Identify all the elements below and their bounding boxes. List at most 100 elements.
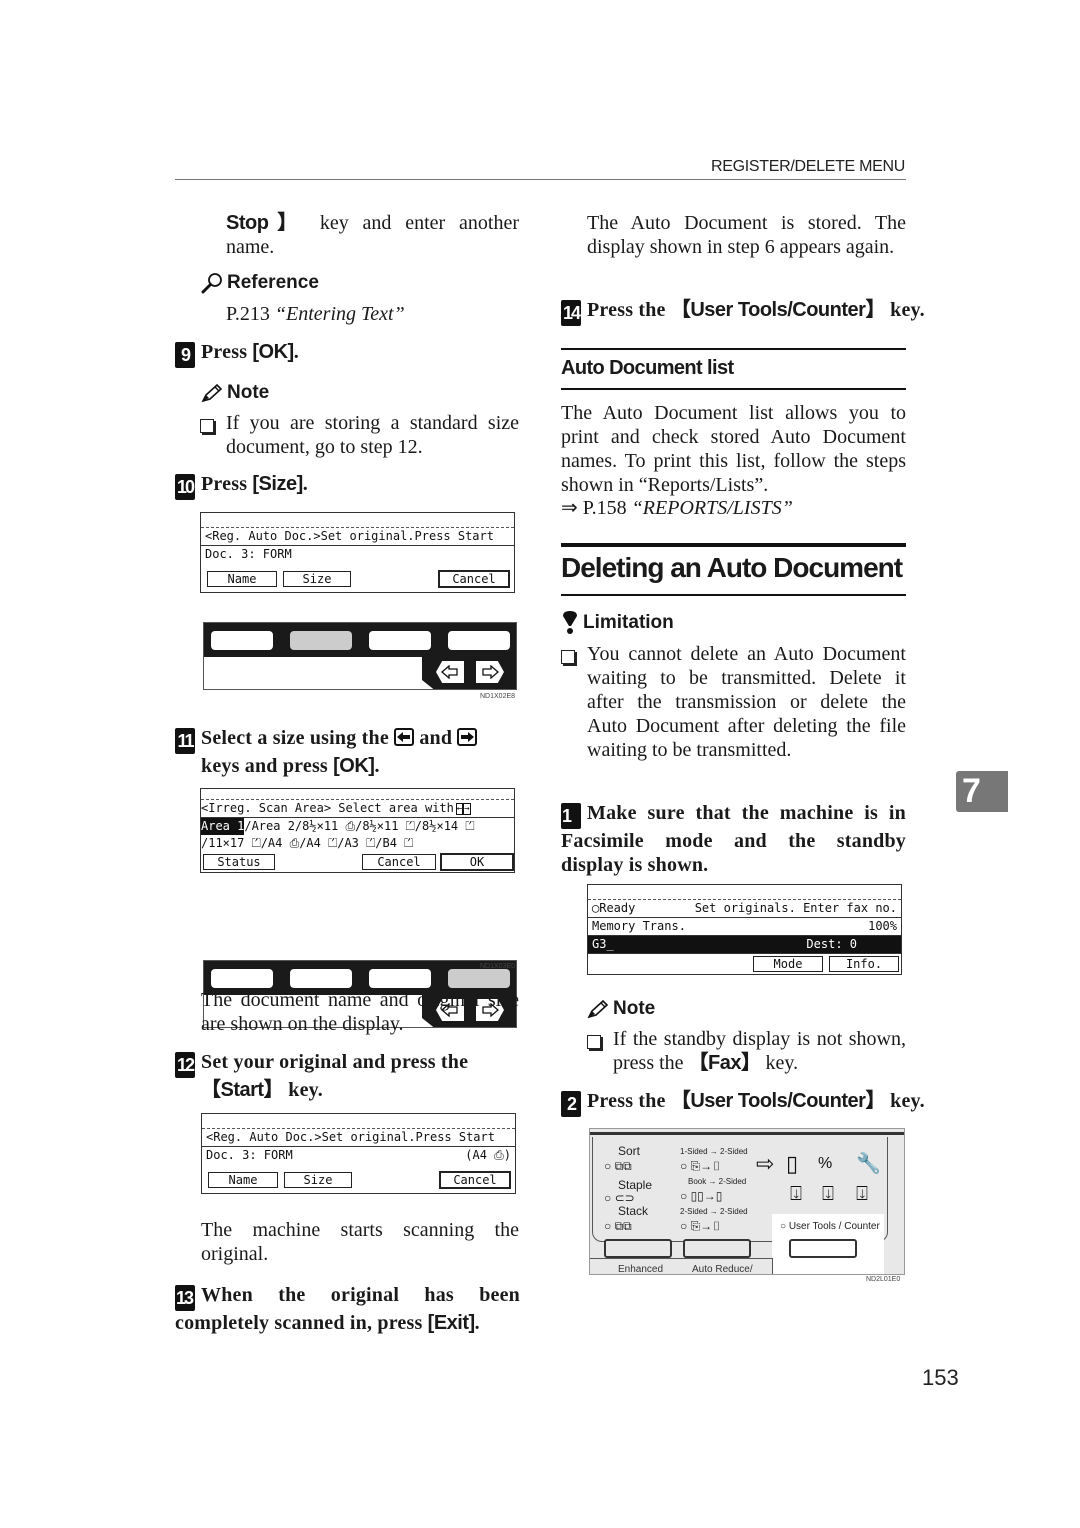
stack-indicator-icon: ○ ⧉⧉ xyxy=(604,1219,632,1233)
cancel-button[interactable]: Cancel xyxy=(362,854,436,870)
divider xyxy=(561,388,906,390)
continuation-text: Stop】 key and enter another name. xyxy=(226,212,519,258)
note-item: If you are storing a standard size docum… xyxy=(200,411,519,459)
step-number: 11 xyxy=(175,728,195,754)
limitation-heading: Limitation xyxy=(561,611,674,635)
note-heading: Note xyxy=(587,998,655,1020)
selection-key-4[interactable] xyxy=(448,631,510,650)
mode-button[interactable]: Mode xyxy=(753,956,823,972)
stack-label: Stack xyxy=(618,1204,649,1218)
ok-button[interactable]: OK xyxy=(440,853,514,871)
signal-icon: % xyxy=(818,1155,833,1172)
staple-label: Staple xyxy=(618,1178,653,1192)
figure-code: ND1X02E8 xyxy=(480,693,516,700)
duplex-button[interactable] xyxy=(683,1239,751,1258)
left-arrow-key-icon xyxy=(394,728,415,746)
selection-key-1[interactable] xyxy=(211,631,273,650)
enhanced-label: Enhanced xyxy=(618,1264,664,1275)
selected-area-1[interactable]: Area 1 xyxy=(201,818,245,835)
start-key-label: Start xyxy=(220,1079,265,1101)
divider xyxy=(561,594,906,596)
wrench-icon: 🔧 xyxy=(856,1153,881,1175)
pencil-icon xyxy=(587,999,609,1019)
tray-icon-2: ⍗ xyxy=(822,1183,834,1205)
lcd-line-2: Area 1/Area 2/8½×11 ⎙/8½×11 ⏍/8½×14 ⏍ xyxy=(201,818,475,835)
lcd-line-1: <Reg. Auto Doc.>Set original.Press Start xyxy=(202,1129,515,1147)
name-button[interactable]: Name xyxy=(207,571,277,587)
step-number: 14 xyxy=(561,300,581,326)
page-number: 153 xyxy=(922,1365,959,1390)
reference-heading: Reference xyxy=(201,272,319,294)
operation-panel-illustration: Sort ○ ⧉⧉ Staple ○ ⊂⊃ Stack ○ ⧉⧉ 1-Sided… xyxy=(589,1128,905,1275)
duplex-1-2-icon: ○ ⎘→▯ xyxy=(680,1159,722,1173)
running-header: REGISTER/DELETE MENU xyxy=(710,158,905,175)
left-arrow-icon: ← xyxy=(455,802,464,815)
selection-key-2[interactable] xyxy=(290,969,352,988)
limitation-item: You cannot delete an Auto Document waiti… xyxy=(561,642,906,762)
step-number: 12 xyxy=(175,1052,195,1078)
g3-line-indicator: G3_ xyxy=(592,937,614,951)
enter-icon: ⇨ xyxy=(756,1151,775,1176)
fax-key-label: Fax xyxy=(708,1052,742,1074)
subsection-heading: Auto Document list xyxy=(561,357,734,379)
step-12: 12 Set your original and press the 【Start… xyxy=(175,1051,469,1101)
selection-key-4[interactable] xyxy=(448,969,510,988)
right-arrow-icon xyxy=(482,665,499,679)
magnifier-icon xyxy=(201,273,222,294)
figure-code: ND2L01E0 xyxy=(866,1276,901,1283)
selection-key-3[interactable] xyxy=(369,631,431,650)
right-arrow-key-icon xyxy=(457,728,478,746)
selection-keys-panel xyxy=(203,622,517,690)
divider xyxy=(561,348,906,350)
limitation-icon xyxy=(563,611,577,634)
selection-key-2[interactable] xyxy=(290,631,352,650)
cancel-button[interactable]: Cancel xyxy=(439,1171,511,1189)
lcd-display-reg-auto-doc: <Reg. Auto Doc.>Set original.Press Start… xyxy=(200,512,515,593)
document-icon: ▯ xyxy=(786,1151,799,1176)
finisher-button[interactable] xyxy=(604,1239,672,1258)
book-2-label: Book → 2-Sided xyxy=(688,1177,747,1186)
tray-icon-1: ⍗ xyxy=(790,1183,802,1205)
step-13: 13 When the original has been completely … xyxy=(175,1284,520,1334)
chapter-tab: 7 xyxy=(956,771,1008,812)
reference-link[interactable]: P.213 “Entering Text” xyxy=(226,302,405,326)
status-button[interactable]: Status xyxy=(203,854,275,870)
paragraph: The document name and original size are … xyxy=(201,989,519,1035)
cancel-button[interactable]: Cancel xyxy=(438,570,510,588)
sort-label: Sort xyxy=(618,1144,641,1158)
name-button[interactable]: Name xyxy=(208,1172,278,1188)
selection-key-3[interactable] xyxy=(369,969,431,988)
step-11: 11 Select a size using the and keys and p… xyxy=(175,726,520,778)
lcd-line-2: Memory Trans. 100% xyxy=(588,918,901,936)
lcd-line-3: G3_ Dest: 0 xyxy=(588,936,901,954)
lcd-line-3: /11×17 ⏍/A4 ⎙/A4 ⏍/A3 ⏍/B4 ⏍ xyxy=(201,836,414,850)
checkbox-bullet-icon xyxy=(200,419,214,433)
size-button[interactable]: Size xyxy=(284,1172,352,1188)
right-arrow-icon: → xyxy=(463,802,471,815)
paragraph: The Auto Document list allows you to pri… xyxy=(561,402,906,496)
cross-reference-link[interactable]: ⇒ P.158 “REPORTS/LISTS” xyxy=(561,496,793,520)
selection-key-1[interactable] xyxy=(211,969,273,988)
pencil-icon xyxy=(201,383,223,403)
duplex-2-2-icon: ○ ⎘→▯ xyxy=(680,1219,722,1233)
tray-icon-3: ⍗ xyxy=(856,1183,868,1205)
auto-reduce-label: Auto Reduce/ xyxy=(692,1264,753,1275)
step-number: 10 xyxy=(175,474,195,500)
lcd-line-2: Doc. 3: FORM (A4 ⎙) xyxy=(202,1147,515,1167)
stop-key-label: Stop xyxy=(226,212,269,234)
original-size: (A4 ⎙) xyxy=(465,1148,511,1162)
paragraph: The machine starts scanning the original… xyxy=(201,1219,519,1265)
section-title: Deleting an Auto Document xyxy=(561,552,903,583)
info-button[interactable]: Info. xyxy=(829,956,899,972)
header-rule xyxy=(175,179,906,180)
step-2: 2 Press the 【User Tools/Counter】 key. xyxy=(561,1089,925,1117)
section-rule xyxy=(561,543,906,547)
user-tools-counter-key[interactable] xyxy=(789,1239,857,1258)
book-2-icon: ○ ▯▯→▯ xyxy=(680,1189,723,1203)
step-9: 9 Press [OK]. xyxy=(175,340,299,368)
step-10: 10 Press [Size]. xyxy=(175,472,308,500)
size-button[interactable]: Size xyxy=(283,571,351,587)
duplex-2-2-label: 2-Sided → 2-Sided xyxy=(680,1207,748,1216)
lcd-line-2: Doc. 3: FORM xyxy=(205,547,292,561)
lcd-display-reg-auto-doc-size: <Reg. Auto Doc.>Set original.Press Start… xyxy=(201,1113,516,1194)
